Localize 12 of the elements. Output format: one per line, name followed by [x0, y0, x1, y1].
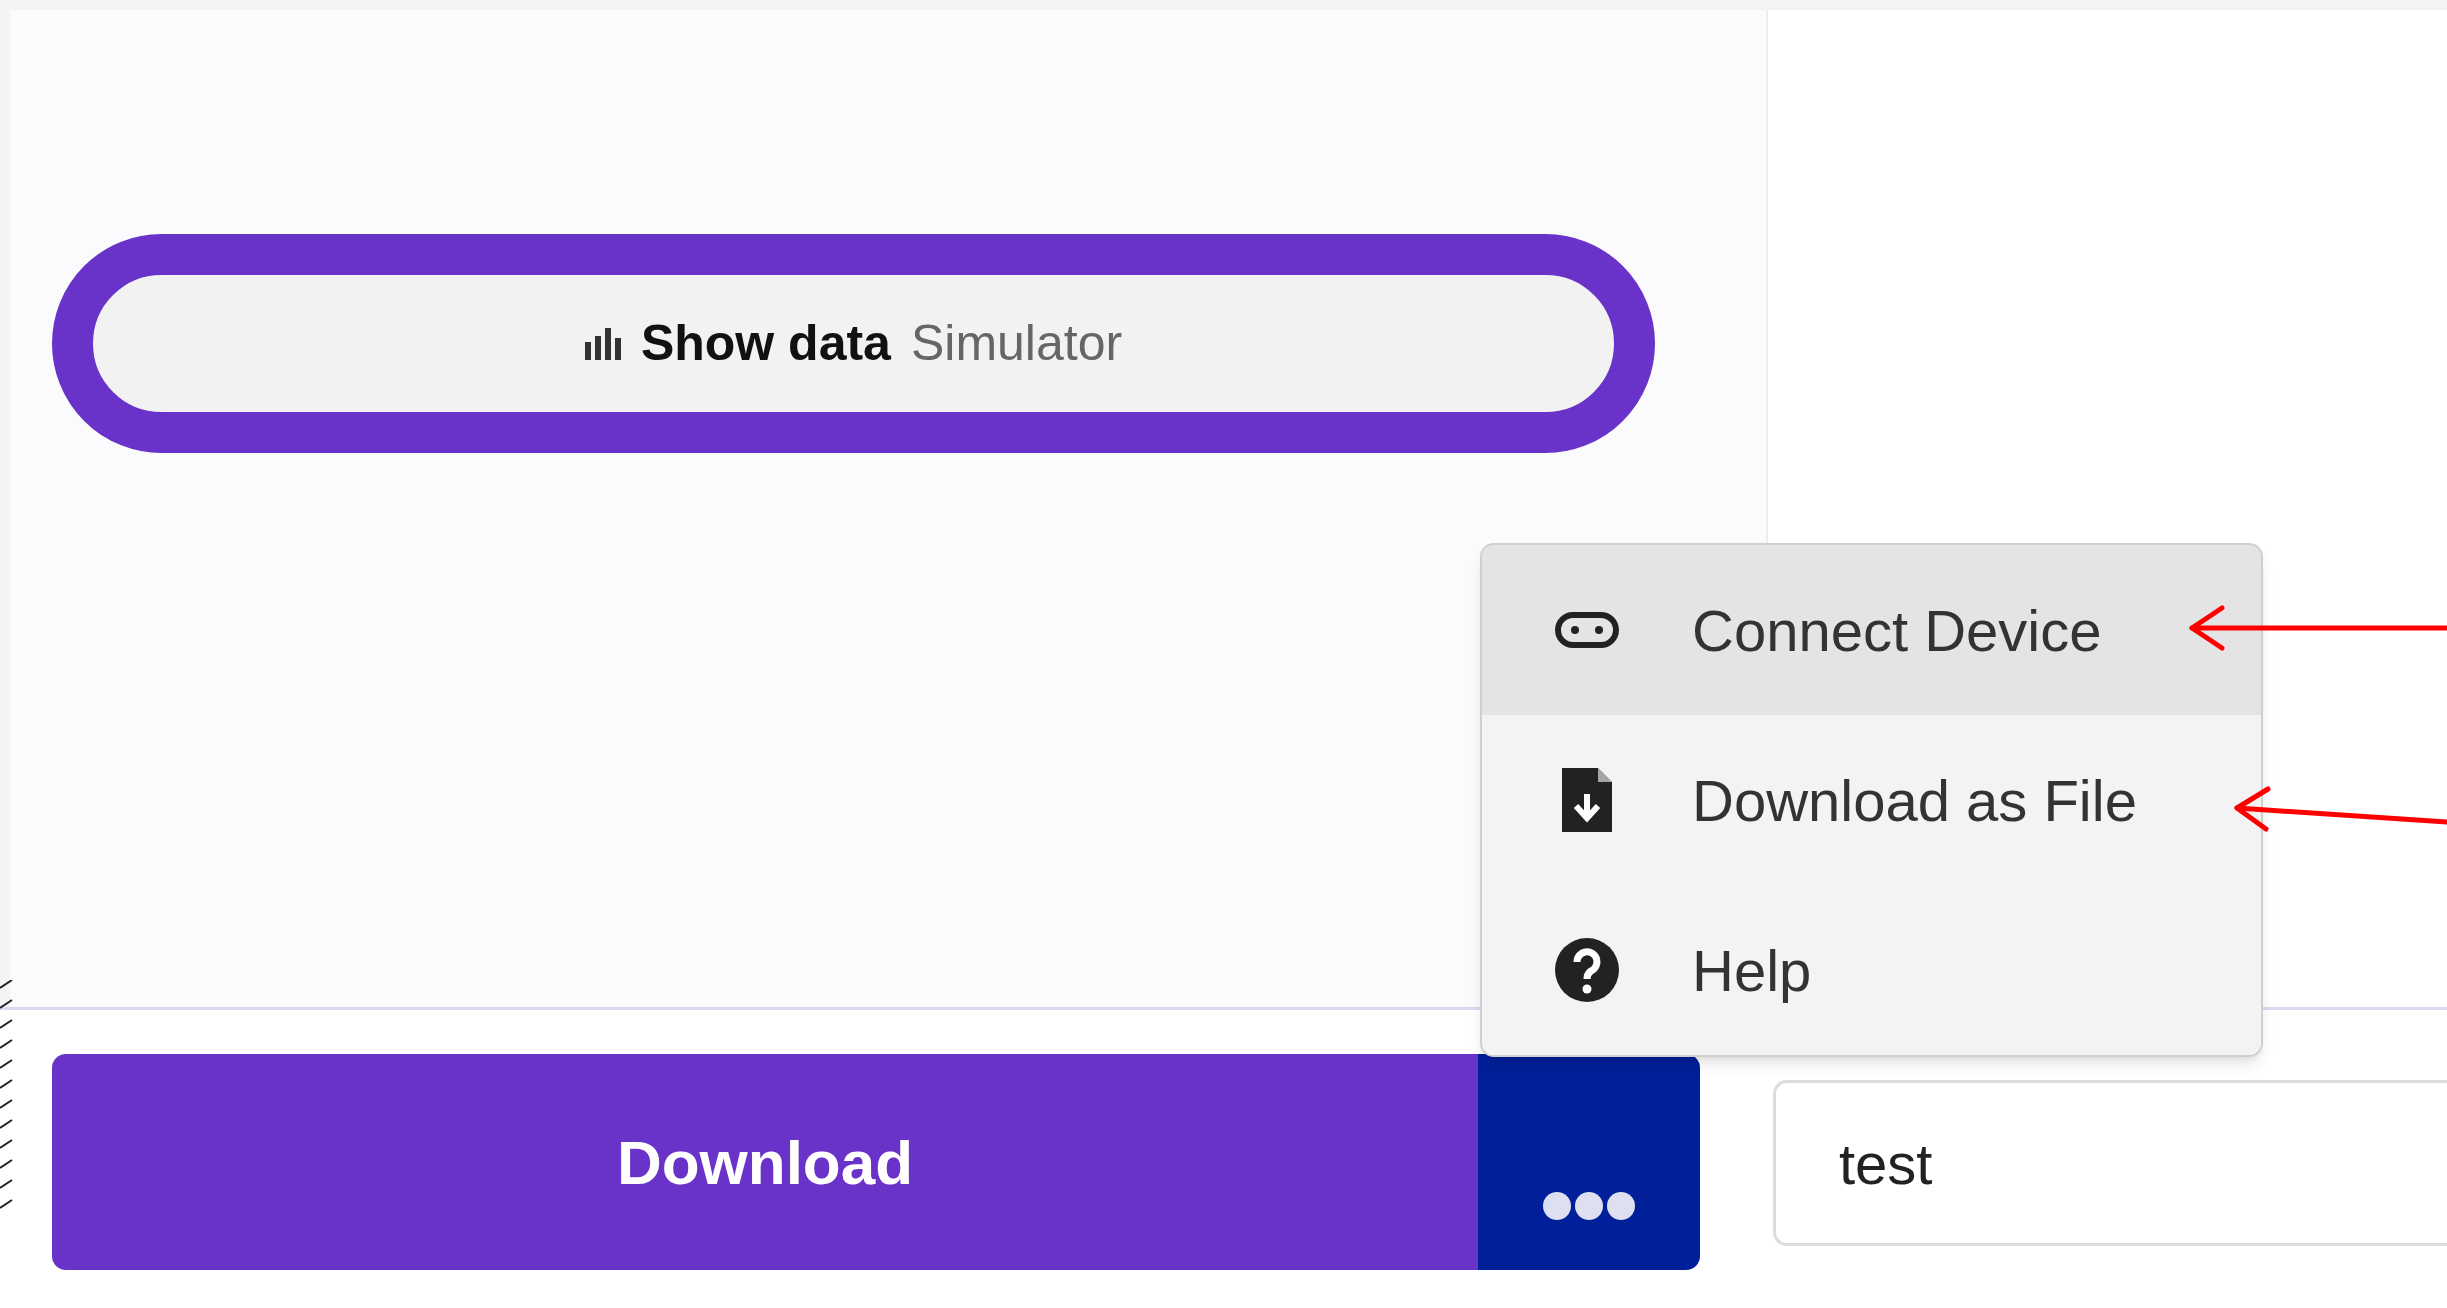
device-icon [1555, 612, 1619, 648]
download-button[interactable]: Download [52, 1054, 1478, 1270]
more-options-button[interactable] [1478, 1054, 1700, 1270]
help-icon [1555, 938, 1619, 1002]
more-icon [1543, 1192, 1635, 1220]
bar-chart-icon [584, 327, 621, 360]
menu-item[interactable]: Download as File [1482, 715, 2261, 885]
project-name-field[interactable]: test [1773, 1080, 2447, 1246]
menu-item[interactable]: Help [1482, 885, 2261, 1055]
menu-item[interactable]: Connect Device [1482, 545, 2261, 715]
show-data-button[interactable]: Show data Simulator [52, 234, 1655, 453]
file-download-icon [1562, 768, 1612, 832]
